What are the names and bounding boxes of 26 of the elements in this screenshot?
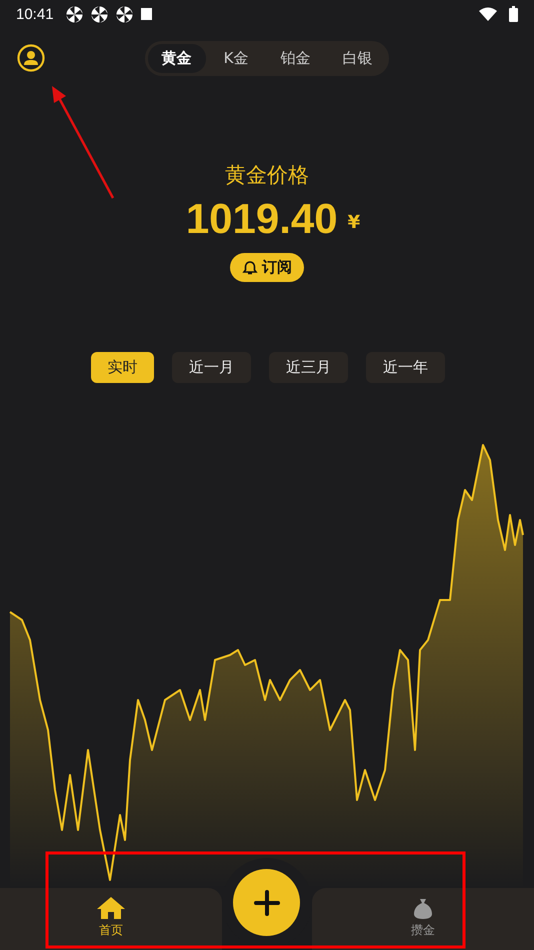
bell-icon: [242, 260, 258, 276]
metal-tab[interactable]: K金: [210, 44, 262, 72]
home-icon: [96, 896, 126, 920]
metal-tab[interactable]: 黄金: [148, 44, 206, 72]
nav-item[interactable]: 首页: [90, 888, 132, 950]
battery-icon: [509, 6, 518, 22]
status-time: 10:41: [16, 6, 54, 22]
notification-icon: [116, 6, 133, 22]
metal-tab[interactable]: 铂金: [266, 44, 324, 72]
period-tab[interactable]: 近三月: [269, 352, 348, 383]
profile-icon[interactable]: [17, 44, 45, 72]
price-value: 1019.40: [186, 195, 338, 243]
wifi-icon: [479, 7, 497, 21]
notification-icon: [90, 6, 108, 22]
price-title: 黄金价格: [225, 162, 309, 189]
metal-tab[interactable]: 白银: [328, 44, 386, 72]
currency-symbol: ¥: [348, 212, 360, 233]
subscribe-button[interactable]: 订阅: [230, 253, 304, 282]
plus-icon: [254, 890, 280, 916]
period-tab[interactable]: 近一年: [366, 352, 445, 383]
notification-icon: [66, 6, 83, 22]
keyboard-icon: [140, 8, 152, 20]
period-tab[interactable]: 近一月: [172, 352, 251, 383]
money-bag-icon: [411, 896, 435, 920]
nav-item[interactable]: 攒金: [405, 888, 441, 950]
period-tab[interactable]: 实时: [91, 352, 154, 383]
